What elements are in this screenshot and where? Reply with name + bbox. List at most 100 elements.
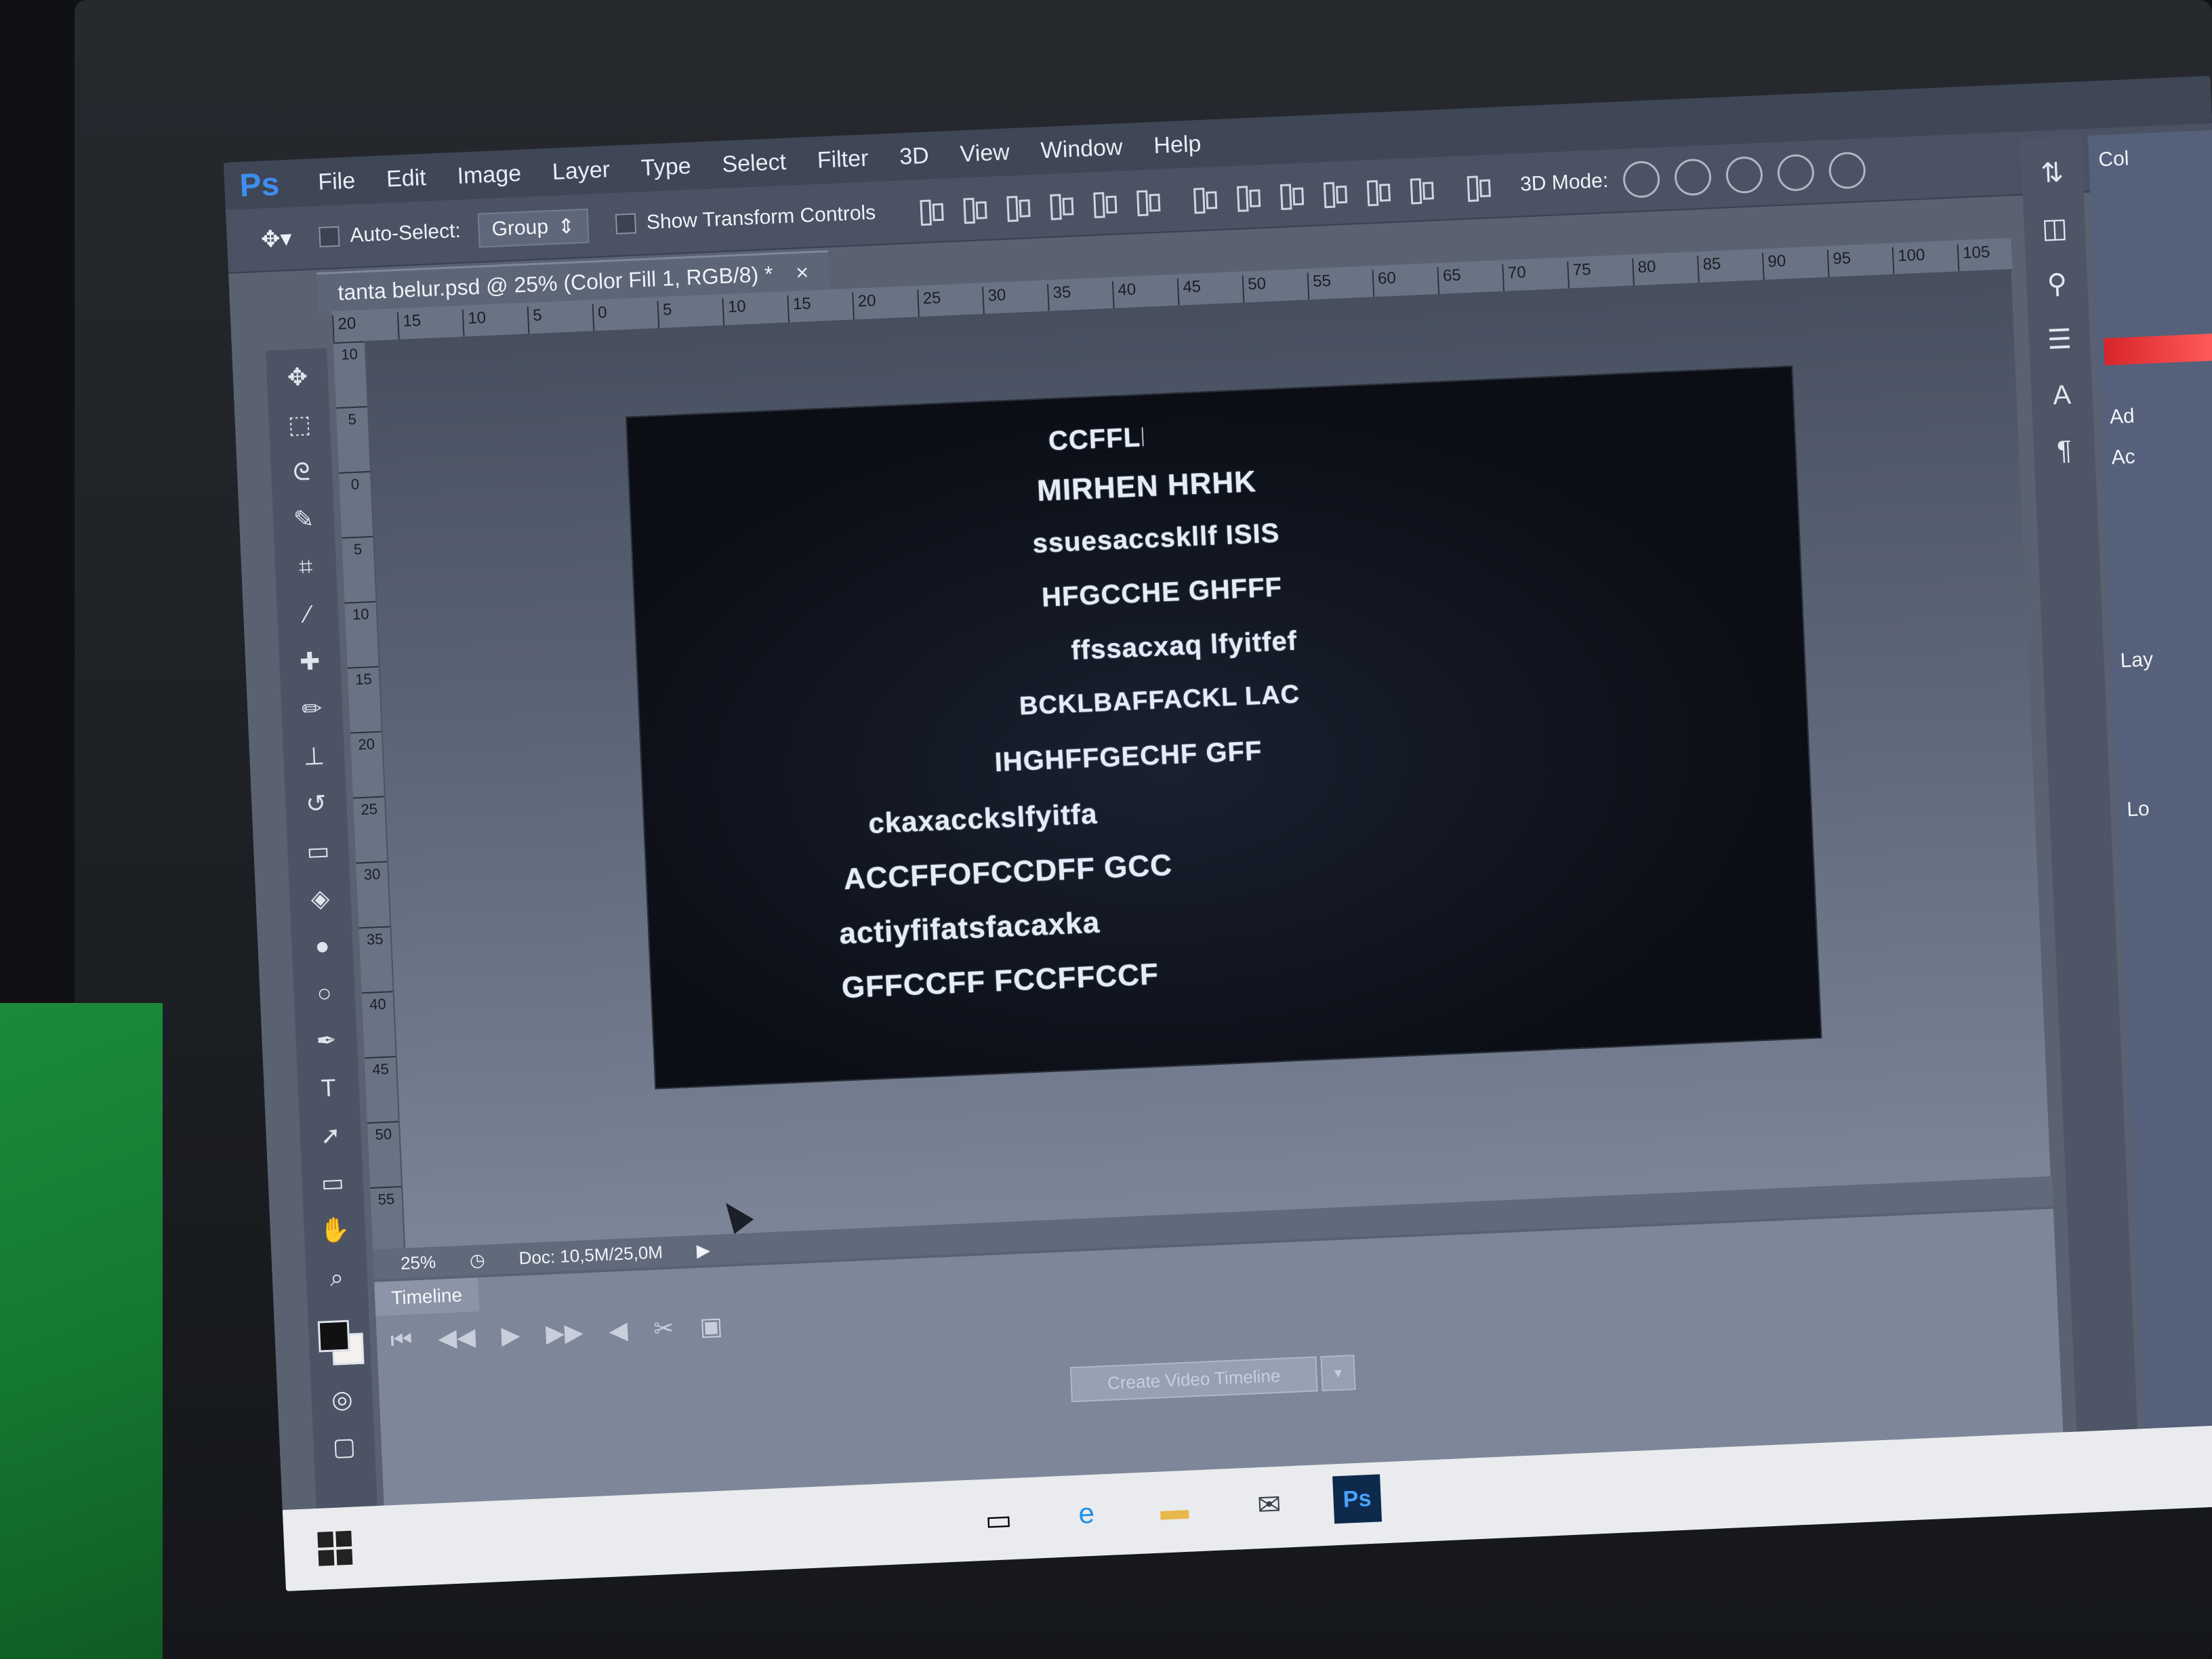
- brush-presets-icon[interactable]: ⚲: [2036, 264, 2077, 304]
- foreground-color-swatch[interactable]: [317, 1319, 350, 1353]
- next-frame-icon[interactable]: ▶▶: [545, 1318, 583, 1349]
- show-transform-checkbox[interactable]: [615, 213, 636, 234]
- 3d-scale-icon[interactable]: [1828, 151, 1866, 190]
- 3d-pan-icon[interactable]: [1725, 155, 1764, 194]
- properties-icon[interactable]: ☰: [2039, 319, 2080, 360]
- crop-tool-icon[interactable]: ⌗: [284, 546, 327, 588]
- auto-select-target-dropdown[interactable]: Group ⇕: [477, 208, 590, 248]
- edge-browser-icon[interactable]: e: [1062, 1489, 1111, 1538]
- play-icon[interactable]: ▶: [501, 1321, 521, 1351]
- status-menu-arrow-icon[interactable]: ▶: [696, 1240, 710, 1261]
- align-top-edges-icon[interactable]: [916, 194, 947, 228]
- menu-help[interactable]: Help: [1153, 131, 1202, 159]
- ruler-label: 10: [722, 295, 789, 326]
- 3d-panel-icon[interactable]: ◫: [2034, 208, 2075, 249]
- photoshop-taskbar-icon[interactable]: Ps: [1332, 1474, 1382, 1524]
- show-transform-option[interactable]: Show Transform Controls: [615, 201, 876, 236]
- distribute-vcenter-icon[interactable]: [1233, 180, 1264, 213]
- paragraph-panel-icon[interactable]: ¶: [2044, 430, 2085, 471]
- distribute-left-icon[interactable]: [1319, 176, 1350, 210]
- adjustments-panel-tab[interactable]: Ad: [2109, 405, 2135, 429]
- move-tool-preset[interactable]: ✥▾: [260, 225, 292, 253]
- ruler-label: 40: [1111, 278, 1179, 308]
- history-brush-icon[interactable]: ↺: [294, 783, 337, 825]
- windows-start-icon[interactable]: [317, 1530, 353, 1566]
- history-panel-icon[interactable]: ⇅: [2032, 152, 2072, 193]
- quick-select-tool-icon[interactable]: ✎: [282, 499, 325, 540]
- ruler-label: 55: [1307, 270, 1374, 300]
- color-ramp[interactable]: [2103, 333, 2212, 366]
- go-to-first-frame-icon[interactable]: ⏮: [390, 1326, 413, 1355]
- chevron-up-icon[interactable]: ^: [2206, 1441, 2212, 1490]
- ruler-label: 35: [359, 926, 393, 993]
- status-info-icon[interactable]: ◷: [469, 1249, 485, 1271]
- type-tool-icon[interactable]: T: [306, 1067, 350, 1109]
- align-horizontal-centers-icon[interactable]: [1089, 186, 1120, 220]
- menu-layer[interactable]: Layer: [552, 157, 611, 186]
- color-panel-tab[interactable]: Col: [2098, 147, 2129, 171]
- audio-icon[interactable]: ◀: [609, 1316, 629, 1346]
- auto-align-layers-icon[interactable]: [1462, 169, 1494, 203]
- path-select-icon[interactable]: ➚: [309, 1115, 352, 1156]
- menu-type[interactable]: Type: [640, 152, 691, 181]
- rectangle-tool-icon[interactable]: ▭: [311, 1162, 354, 1204]
- pen-tool-icon[interactable]: ✒: [304, 1020, 348, 1061]
- file-explorer-icon[interactable]: ▬: [1150, 1485, 1200, 1534]
- quick-mask-icon[interactable]: ◎: [321, 1379, 364, 1420]
- document-canvas-artwork[interactable]: CCFFLH HIENLIS MIRHEN HRHK ssuesaccskllf…: [626, 367, 1821, 1088]
- character-panel-icon[interactable]: A: [2041, 375, 2082, 415]
- move-tool-icon[interactable]: ✥: [276, 356, 319, 398]
- task-view-icon[interactable]: ▭: [974, 1495, 1023, 1544]
- ruler-label: 30: [356, 861, 390, 928]
- align-bottom-edges-icon[interactable]: [1002, 190, 1033, 224]
- menu-select[interactable]: Select: [722, 148, 787, 178]
- split-at-playhead-icon[interactable]: ✂: [653, 1314, 674, 1344]
- distribute-hcenter-icon[interactable]: [1362, 174, 1393, 208]
- transition-icon[interactable]: ▣: [699, 1312, 723, 1342]
- mail-icon[interactable]: ✉: [1244, 1479, 1294, 1529]
- blur-tool-icon[interactable]: ●: [300, 925, 344, 966]
- lasso-tool-icon[interactable]: ᘓ: [280, 451, 323, 493]
- auto-select-checkbox[interactable]: [318, 226, 340, 247]
- zoom-level[interactable]: 25%: [400, 1251, 436, 1273]
- zoom-tool-icon[interactable]: ⌕: [315, 1257, 359, 1298]
- menu-view[interactable]: View: [960, 139, 1010, 167]
- menu-image[interactable]: Image: [457, 160, 522, 189]
- create-video-timeline-button[interactable]: Create Video Timeline: [1069, 1356, 1318, 1403]
- color-swatches[interactable]: [315, 1317, 365, 1373]
- ruler-label: 100: [1891, 244, 1959, 274]
- auto-select-option[interactable]: Auto-Select:: [318, 220, 462, 249]
- eyedropper-tool-icon[interactable]: ⁄: [286, 594, 329, 635]
- align-vertical-centers-icon[interactable]: [959, 192, 990, 226]
- brush-tool-icon[interactable]: ✏: [290, 689, 333, 730]
- menu-filter[interactable]: Filter: [817, 145, 869, 173]
- distribute-bottom-icon[interactable]: [1276, 178, 1307, 211]
- document-size-info: Doc: 10,5M/25,0M: [518, 1241, 663, 1269]
- eraser-tool-icon[interactable]: ▭: [296, 831, 340, 872]
- dodge-tool-icon[interactable]: ○: [302, 972, 346, 1014]
- 3d-roll-icon[interactable]: [1673, 158, 1713, 197]
- distribute-top-icon[interactable]: [1189, 182, 1221, 216]
- hand-tool-icon[interactable]: ✋: [313, 1210, 356, 1251]
- menu-window[interactable]: Window: [1040, 134, 1124, 164]
- marquee-tool-icon[interactable]: ⬚: [278, 404, 321, 445]
- paint-bucket-icon[interactable]: ◈: [298, 878, 342, 919]
- timeline-tab[interactable]: Timeline: [374, 1277, 480, 1316]
- layers-panel-tab[interactable]: Lay: [2120, 649, 2154, 673]
- menu-edit[interactable]: Edit: [386, 165, 426, 193]
- healing-brush-icon[interactable]: ✚: [288, 641, 331, 682]
- align-right-edges-icon[interactable]: [1132, 184, 1164, 218]
- screen-mode-icon[interactable]: ▢: [323, 1427, 366, 1468]
- close-icon[interactable]: ×: [796, 260, 809, 285]
- 3d-slide-icon[interactable]: [1776, 153, 1816, 192]
- artwork-text-line: CCFFLH HIENLIS: [1048, 422, 1144, 457]
- previous-frame-icon[interactable]: ◀◀: [437, 1322, 476, 1353]
- 3d-orbit-icon[interactable]: [1622, 160, 1661, 199]
- canvas-area[interactable]: CCFFLH HIENLIS MIRHEN HRHK ssuesaccskllf…: [365, 269, 2051, 1248]
- menu-file[interactable]: File: [318, 167, 356, 195]
- align-left-edges-icon[interactable]: [1046, 188, 1077, 222]
- distribute-right-icon[interactable]: [1406, 172, 1437, 206]
- clone-stamp-icon[interactable]: ⊥: [292, 736, 335, 777]
- menu-3d[interactable]: 3D: [899, 142, 929, 170]
- chevron-down-icon[interactable]: ▾: [1320, 1354, 1356, 1392]
